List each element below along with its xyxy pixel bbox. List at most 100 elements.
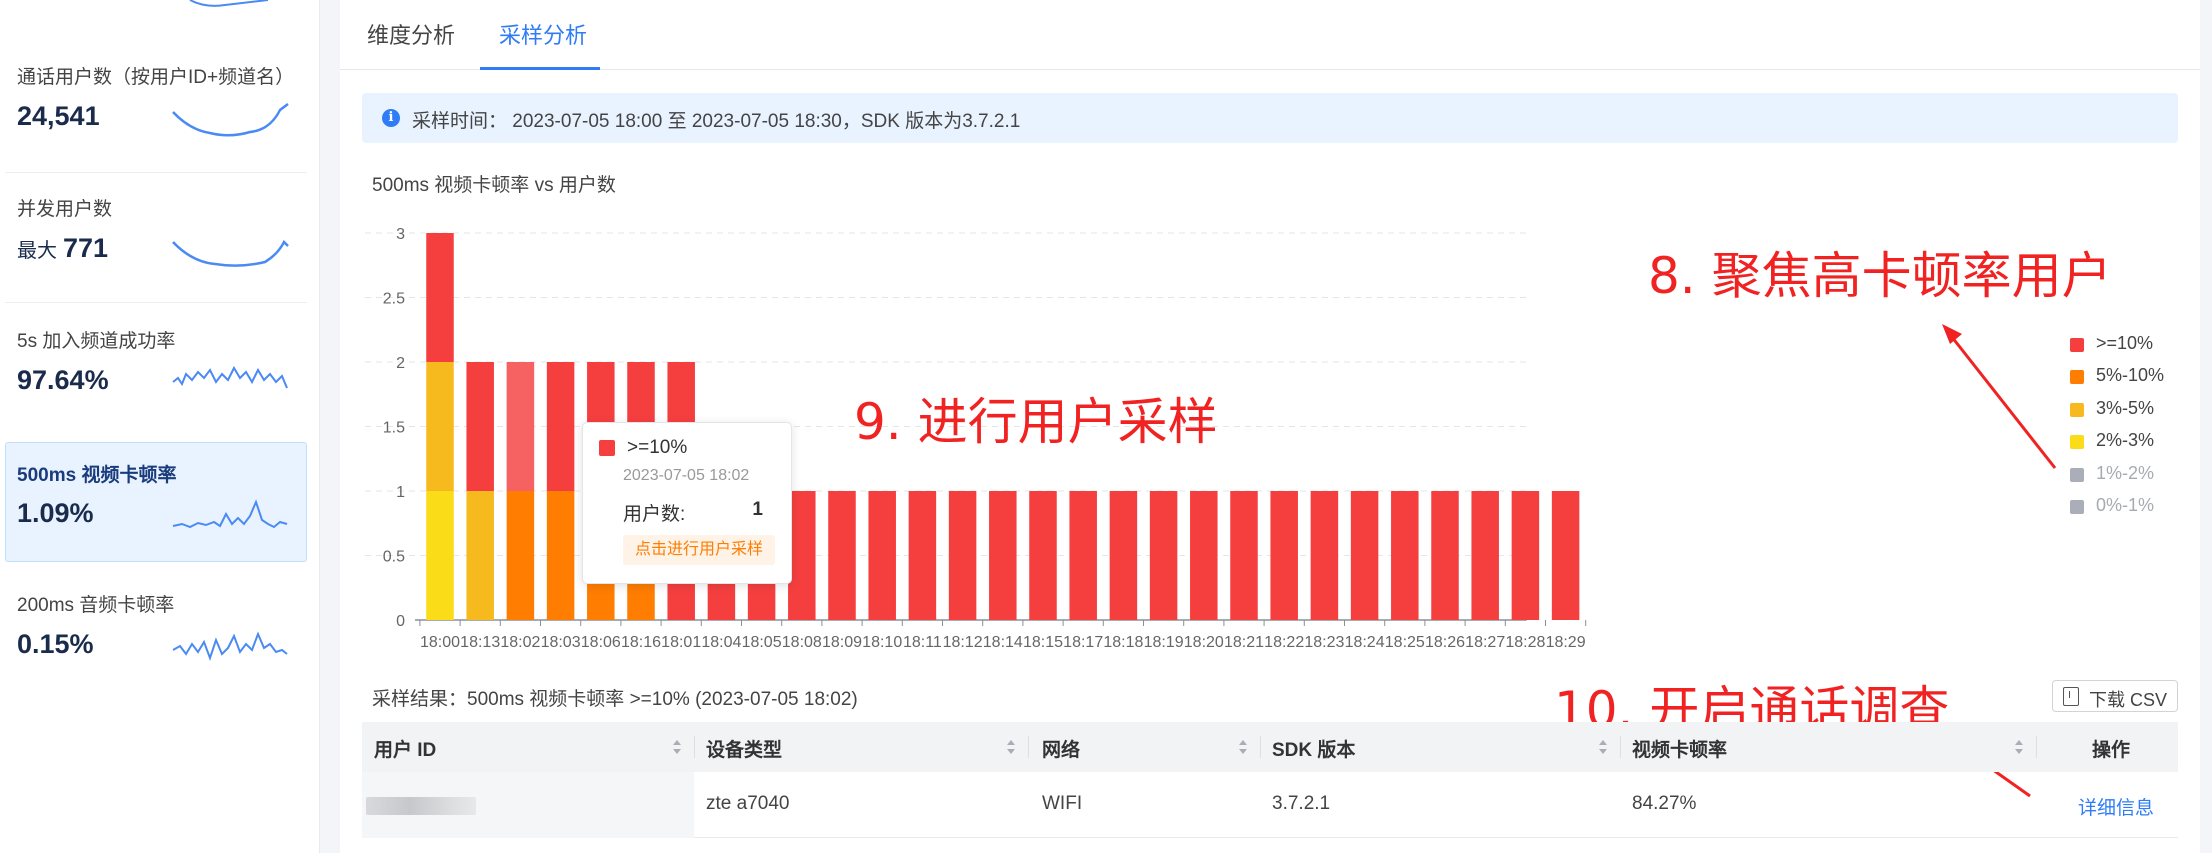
redacted-user-id [366, 797, 476, 815]
x-tick-label: 18:14 [983, 634, 1023, 651]
sample-users-button[interactable]: 点击进行用户采样 [623, 535, 775, 565]
metric-concurrent-users[interactable]: 并发用户数 最大 771 [5, 194, 307, 304]
bar-segment [1069, 491, 1097, 620]
chart-tooltip: >=10% 2023-07-05 18:02 用户数: 1 点击进行用户采样 [582, 422, 792, 584]
y-tick-label: 2.5 [383, 291, 405, 308]
x-tick-label: 18:09 [822, 634, 862, 651]
sort-icon[interactable] [672, 740, 682, 756]
y-tick-label: 0.5 [383, 549, 405, 566]
column-device-type[interactable]: 设备类型 [706, 735, 782, 762]
bar-segment [1270, 491, 1298, 620]
legend-label: 2%-3% [2096, 430, 2155, 451]
x-tick-label: 18:25 [1385, 634, 1425, 651]
legend-swatch [2070, 402, 2084, 417]
column-sdk-version[interactable]: SDK 版本 [1272, 735, 1355, 762]
column-video-stall-rate[interactable]: 视频卡顿率 [1632, 735, 1727, 762]
cell-sdk-version: 3.7.2.1 [1272, 793, 1331, 814]
bar-segment [1431, 491, 1459, 620]
x-tick-label: 18:20 [1184, 634, 1224, 651]
tooltip-swatch [599, 440, 615, 456]
metric-value-text: 97.64% [17, 365, 109, 395]
sort-icon[interactable] [1006, 740, 1016, 756]
legend-label: >=10% [2096, 333, 2154, 353]
legend-swatch [2070, 435, 2084, 450]
legend-swatch [2070, 467, 2084, 482]
sparkline [172, 103, 289, 137]
metric-title: 5s 加入频道成功率 [17, 331, 176, 352]
column-network[interactable]: 网络 [1042, 735, 1080, 762]
metric-value-text: 0.15% [17, 629, 94, 659]
bar-segment [1391, 491, 1419, 620]
metric-value: 0.15% [17, 629, 94, 660]
bar-segment [989, 491, 1017, 620]
x-tick-label: 18:21 [1224, 634, 1264, 651]
divider [5, 302, 307, 303]
x-tick-label: 18:08 [782, 634, 822, 651]
x-tick-label: 18:18 [1103, 634, 1143, 651]
y-tick-label: 2 [396, 355, 405, 372]
sort-icon[interactable] [1238, 740, 1248, 756]
x-tick-label: 18:01 [661, 634, 701, 651]
x-tick-label: 18:24 [1345, 634, 1385, 651]
tooltip-users-value: 1 [752, 499, 763, 520]
metric-call-users[interactable]: 通话用户数（按用户ID+频道名） 24,541 [5, 62, 307, 173]
details-link[interactable]: 详细信息 [2078, 793, 2154, 820]
tooltip-time: 2023-07-05 18:02 [623, 467, 750, 484]
x-tick-label: 18:04 [701, 634, 741, 651]
x-tick-label: 18:16 [621, 634, 661, 651]
annotation-user-sampling: 9. 进行用户采样 [854, 393, 1218, 451]
bar-segment [828, 491, 856, 620]
x-tick-label: 18:19 [1144, 634, 1184, 651]
metric-join-success-rate[interactable]: 5s 加入频道成功率 97.64% [5, 326, 307, 436]
column-user-id[interactable]: 用户 ID [374, 735, 436, 762]
x-tick-label: 18:02 [500, 634, 540, 651]
metric-value-text: 24,541 [17, 101, 100, 131]
bar-segment [868, 491, 896, 620]
metric-title: 500ms 视频卡顿率 [17, 465, 177, 486]
x-tick-label: 18:11 [903, 634, 942, 651]
metric-value-text: 771 [63, 233, 109, 263]
y-tick-label: 1 [396, 484, 405, 501]
bar-segment [466, 362, 494, 491]
bar-segment [426, 362, 454, 491]
metric-video-stall-rate[interactable]: 500ms 视频卡顿率 1.09% [5, 442, 307, 562]
bar-segment [1471, 491, 1499, 620]
sort-icon[interactable] [1598, 740, 1608, 756]
legend-label: 0%-1% [2096, 494, 2155, 515]
bar-segment [908, 491, 937, 620]
bar-segment [1149, 491, 1178, 620]
bar-segment [948, 491, 977, 620]
tooltip-users-label: 用户数: [623, 504, 686, 525]
main-panel: 维度分析 采样分析 i 采样时间： 2023-07-05 18:00 至 202… [340, 0, 2200, 853]
sparkline [172, 239, 289, 267]
bar-segment [426, 491, 454, 620]
download-csv-button[interactable]: 下载 CSV [2052, 680, 2178, 712]
column-divider [694, 736, 695, 758]
x-tick-label: 18:10 [862, 634, 902, 651]
metric-audio-stall-rate[interactable]: 200ms 音频卡顿率 0.15% [5, 590, 307, 700]
x-tick-label: 18:00 [420, 634, 460, 651]
bar-segment [1230, 491, 1258, 620]
bar-segment [1310, 491, 1339, 620]
sparkline-partial [189, 0, 269, 7]
bar-segment [546, 362, 575, 491]
metric-value: 24,541 [17, 101, 100, 132]
column-divider [1620, 736, 1621, 758]
x-tick-label: 18:06 [581, 634, 621, 651]
bar-segment [426, 233, 454, 362]
download-icon [2063, 687, 2079, 706]
sample-result-title: 采样结果：500ms 视频卡顿率 >=10% (2023-07-05 18:02… [372, 689, 858, 710]
x-tick-label: 18:27 [1465, 634, 1505, 651]
sort-icon[interactable] [2014, 740, 2024, 756]
metric-title: 200ms 音频卡顿率 [17, 595, 175, 616]
sparkline [172, 499, 288, 529]
x-tick-label: 18:13 [460, 634, 500, 651]
x-tick-label: 18:17 [1063, 634, 1103, 651]
cell-device-type: zte a7040 [706, 793, 790, 814]
x-tick-label: 18:22 [1264, 634, 1304, 651]
bar-segment [1029, 491, 1057, 620]
table-row: zte a7040 WIFI 3.7.2.1 84.27% 详细信息 [362, 772, 2178, 838]
legend-swatch [2070, 370, 2084, 385]
column-divider [1260, 736, 1261, 758]
divider [5, 172, 307, 173]
